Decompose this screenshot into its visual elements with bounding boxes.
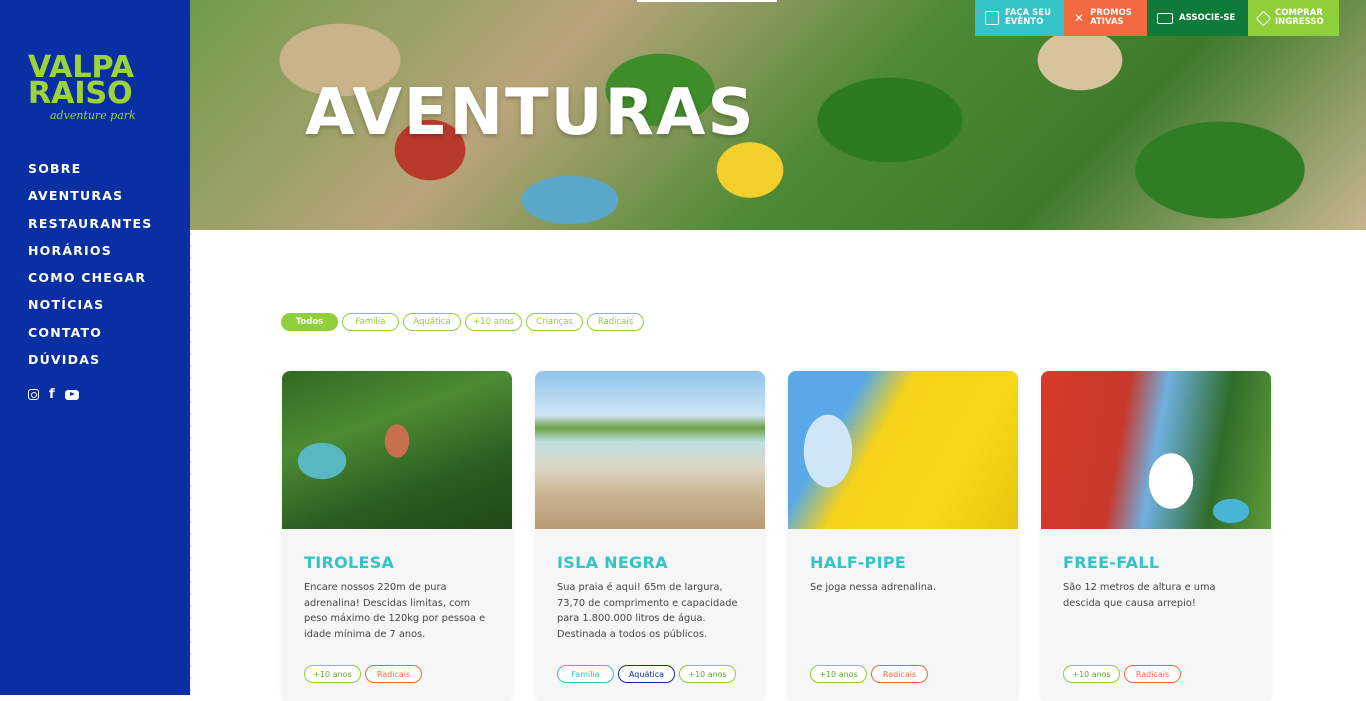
card-title: ISLA NEGRA: [557, 553, 668, 572]
nav-item-duvidas[interactable]: DÚVIDAS: [28, 351, 152, 378]
nav-item-restaurantes[interactable]: RESTAURANTES: [28, 215, 152, 242]
logo-subtitle: adventure park: [50, 109, 136, 122]
category-filters: Todos Família Aquática +10 anos Crianças…: [281, 313, 644, 331]
page-title: AVENTURAS: [305, 76, 756, 150]
attraction-card-isla-negra[interactable]: ISLA NEGRA Sua praia é aqui! 65m de larg…: [535, 371, 765, 701]
valparaiso-logo[interactable]: VALPA RAISO adventure park: [28, 53, 160, 123]
half-pipe-photo: [788, 371, 1018, 529]
card-tags: Família Aquática +10 anos: [557, 665, 736, 683]
filter-todos[interactable]: Todos: [281, 313, 338, 331]
buy-ticket-button[interactable]: COMPRAR INGRESSO: [1248, 0, 1339, 36]
logo-line-2: RAISO: [28, 76, 133, 111]
hero-top-divider: [637, 0, 777, 2]
sidebar: VALPA RAISO adventure park SOBRE AVENTUR…: [0, 0, 190, 695]
card-description: São 12 metros de altura e uma descida qu…: [1063, 582, 1216, 609]
promos-button-label: PROMOS ATIVAS: [1090, 8, 1132, 27]
party-icon: [985, 11, 999, 25]
event-button-label: FAÇA SEU EVENTO: [1005, 8, 1052, 27]
tag-radicais[interactable]: Radicais: [365, 665, 422, 683]
card-description: Sua praia é aqui! 65m de largura, 73,70 …: [557, 582, 738, 640]
ticket-icon: [1255, 10, 1272, 26]
nav-item-sobre[interactable]: SOBRE: [28, 160, 152, 187]
attraction-card-free-fall[interactable]: FREE-FALL São 12 metros de altura e uma …: [1041, 371, 1271, 701]
card-description: Se joga nessa adrenalina.: [810, 582, 937, 593]
facebook-icon[interactable]: f: [49, 387, 55, 402]
main-nav: SOBRE AVENTURAS RESTAURANTES HORÁRIOS CO…: [28, 160, 152, 378]
card-tags: +10 anos Radicais: [304, 665, 422, 683]
isla-negra-photo: [535, 371, 765, 529]
nav-item-como-chegar[interactable]: COMO CHEGAR: [28, 269, 152, 296]
card-title: HALF-PIPE: [810, 553, 907, 572]
instagram-icon[interactable]: [28, 389, 39, 400]
promos-button[interactable]: ✕ PROMOS ATIVAS: [1064, 0, 1147, 36]
percent-icon: ✕: [1074, 10, 1085, 25]
attraction-card-half-pipe[interactable]: HALF-PIPE Se joga nessa adrenalina. +10 …: [788, 371, 1018, 701]
buy-ticket-button-label: COMPRAR INGRESSO: [1275, 8, 1324, 27]
nav-item-noticias[interactable]: NOTÍCIAS: [28, 296, 152, 323]
id-card-icon: [1157, 12, 1173, 24]
card-tags: +10 anos Radicais: [810, 665, 928, 683]
tag-radicais[interactable]: Radicais: [1124, 665, 1181, 683]
event-button[interactable]: FAÇA SEU EVENTO: [975, 0, 1064, 36]
card-title: TIROLESA: [304, 553, 395, 572]
tag-10-anos[interactable]: +10 anos: [1063, 665, 1120, 683]
associe-se-button[interactable]: ASSOCIE-SE: [1147, 0, 1248, 36]
tag-aquatica[interactable]: Aquática: [618, 665, 675, 683]
tirolesa-photo: [282, 371, 512, 529]
filter-aquatica[interactable]: Aquática: [403, 313, 461, 331]
tag-10-anos[interactable]: +10 anos: [304, 665, 361, 683]
filter-familia[interactable]: Família: [342, 313, 399, 331]
tag-radicais[interactable]: Radicais: [871, 665, 928, 683]
filter-radicais[interactable]: Radicais: [587, 313, 644, 331]
filter-criancas[interactable]: Crianças: [526, 313, 583, 331]
youtube-icon[interactable]: [64, 389, 79, 400]
nav-item-contato[interactable]: CONTATO: [28, 324, 152, 351]
associe-se-button-label: ASSOCIE-SE: [1179, 12, 1236, 23]
filter-10-anos[interactable]: +10 anos: [465, 313, 522, 331]
social-links: f: [28, 387, 79, 402]
tag-10-anos[interactable]: +10 anos: [679, 665, 736, 683]
card-title: FREE-FALL: [1063, 553, 1160, 572]
card-description: Encare nossos 220m de pura adrenalina! D…: [304, 582, 486, 640]
top-action-bar: FAÇA SEU EVENTO ✕ PROMOS ATIVAS ASSOCIE-SE…: [975, 0, 1339, 36]
tag-10-anos[interactable]: +10 anos: [810, 665, 867, 683]
attraction-card-tirolesa[interactable]: TIROLESA Encare nossos 220m de pura adre…: [282, 371, 512, 701]
free-fall-photo: [1041, 371, 1271, 529]
card-tags: +10 anos Radicais: [1063, 665, 1181, 683]
nav-item-horarios[interactable]: HORÁRIOS: [28, 242, 152, 269]
nav-item-aventuras[interactable]: AVENTURAS: [28, 187, 152, 214]
tag-familia[interactable]: Família: [557, 665, 614, 683]
